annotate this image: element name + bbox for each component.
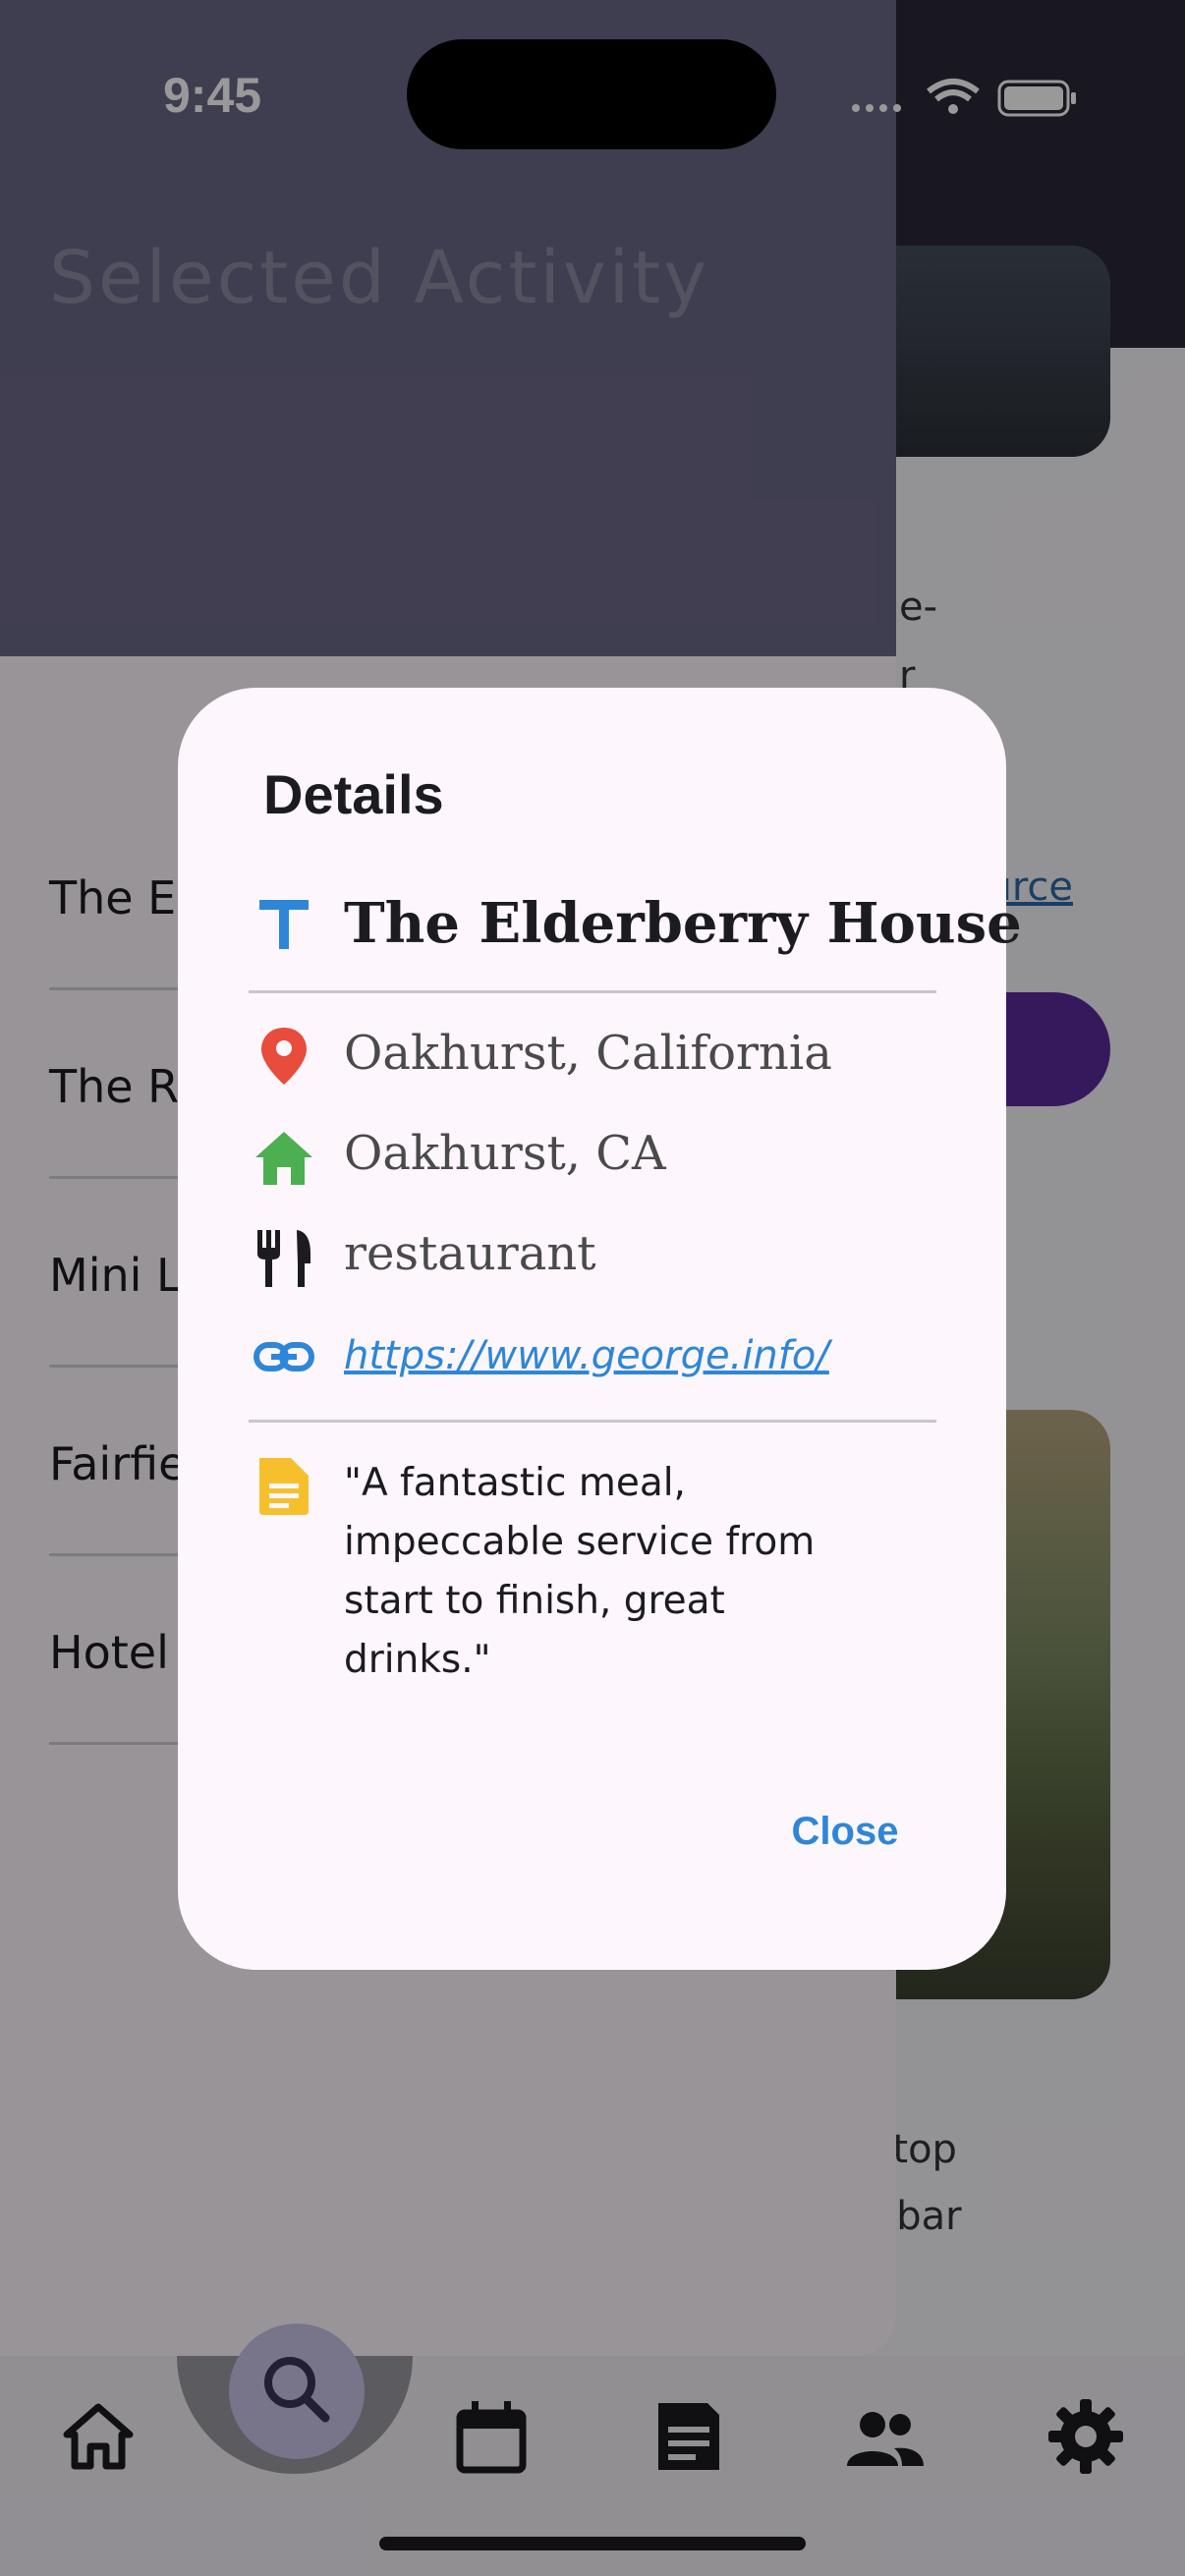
dialog-title: Details — [263, 763, 444, 825]
location-text: Oakhurst, California — [344, 1026, 832, 1081]
category-text: restaurant — [344, 1226, 596, 1281]
review-note-icon — [259, 1458, 309, 1515]
title-icon — [259, 900, 309, 949]
location-pin-icon — [261, 1028, 307, 1085]
address-text: Oakhurst, CA — [344, 1126, 666, 1181]
review-text: "A fantastic meal, impeccable service fr… — [344, 1461, 816, 1682]
divider — [249, 990, 936, 993]
restaurant-icon — [257, 1230, 310, 1287]
website-link[interactable]: https://www.george.info/ — [344, 1333, 829, 1378]
divider — [249, 1420, 936, 1423]
link-icon — [254, 1342, 314, 1372]
home-address-icon — [255, 1132, 312, 1185]
close-button[interactable]: Close — [766, 1802, 924, 1861]
place-name: The Elderberry House — [344, 891, 1022, 956]
